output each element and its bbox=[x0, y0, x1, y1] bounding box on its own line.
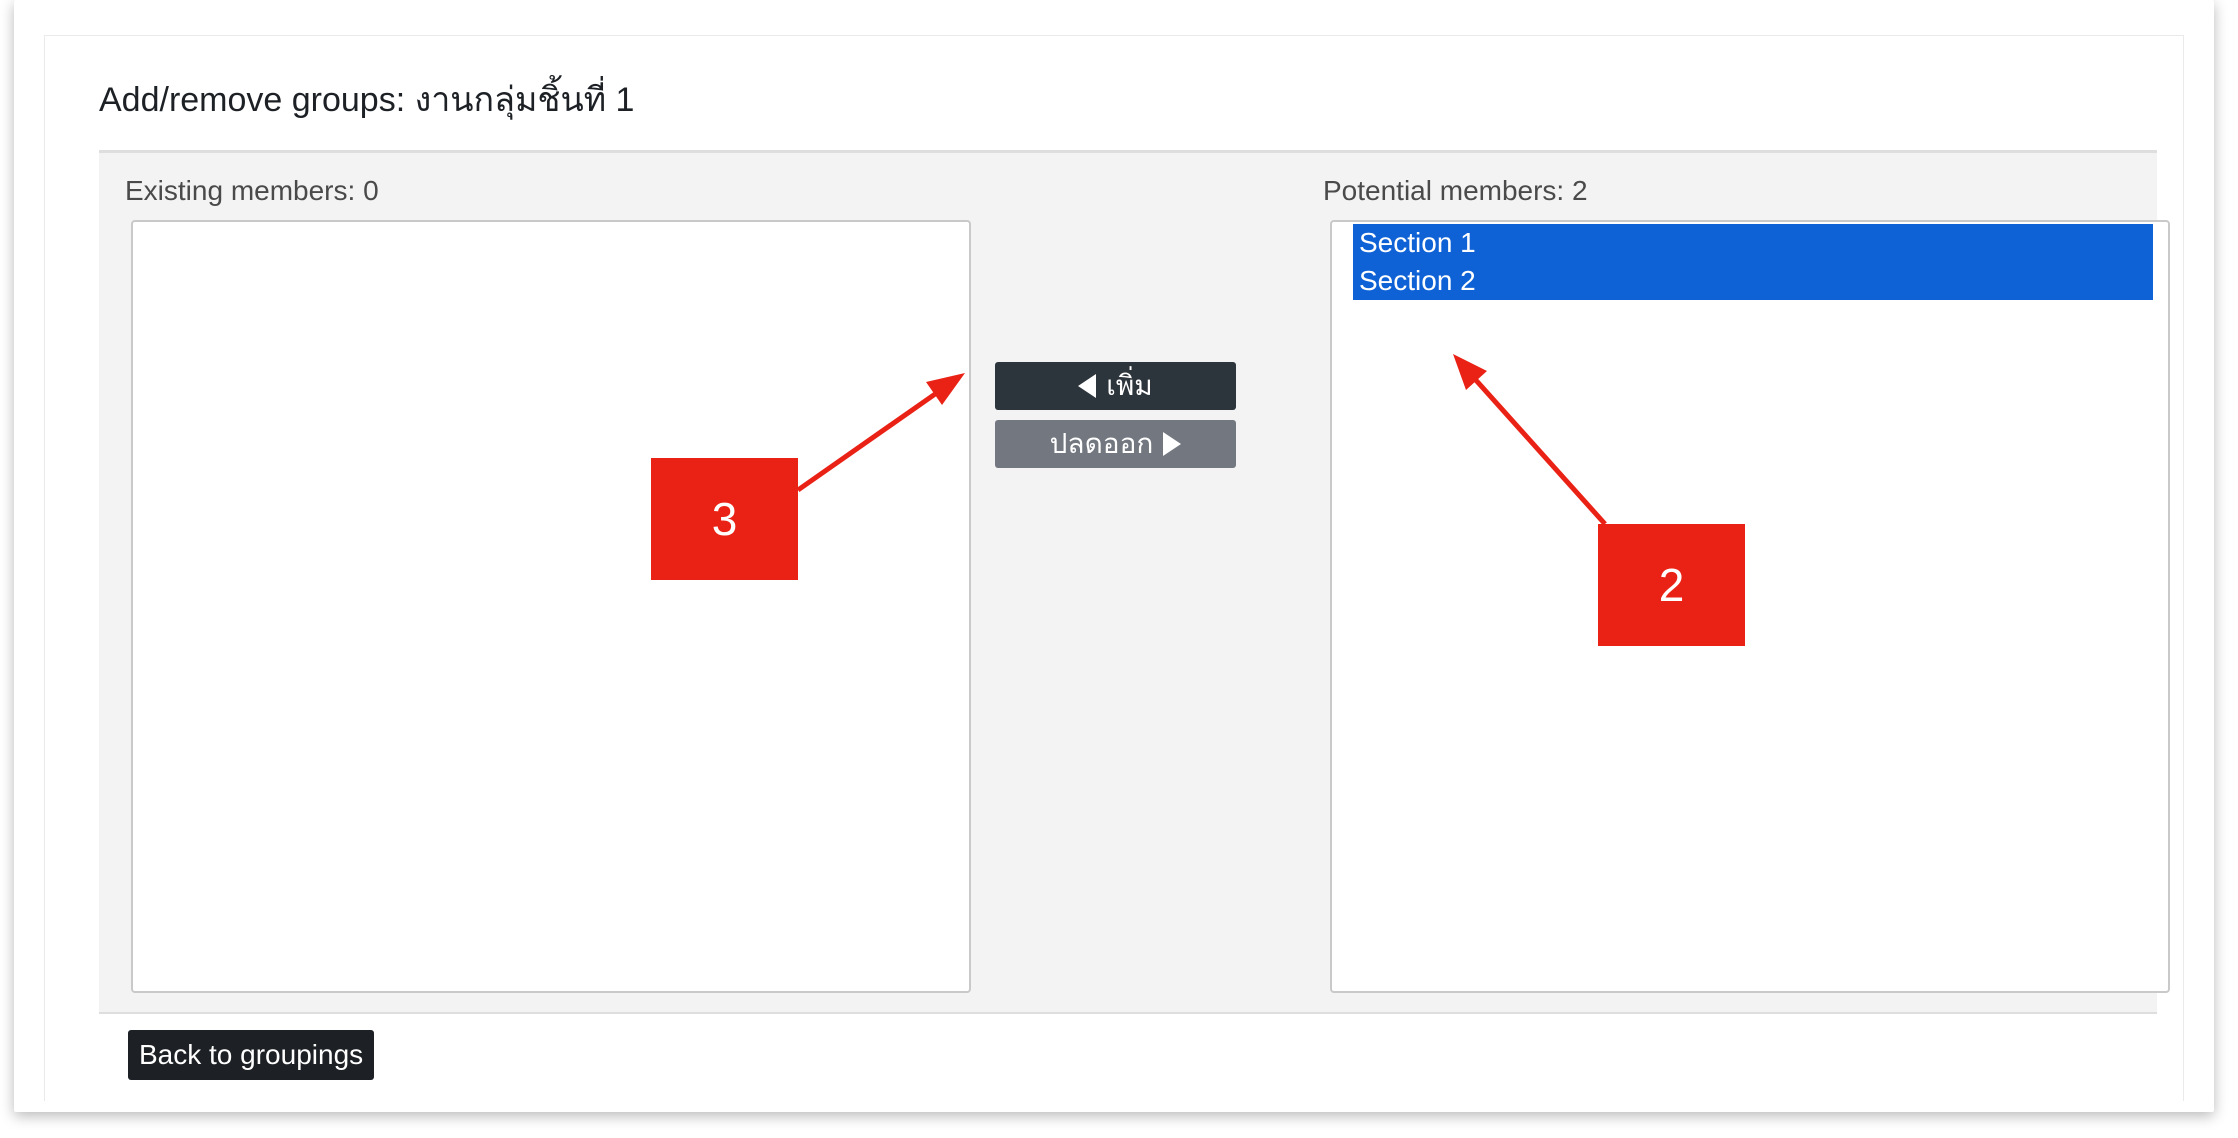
existing-members-list[interactable] bbox=[131, 220, 971, 993]
remove-button-label: ปลดออก bbox=[1049, 428, 1154, 459]
list-option[interactable]: Section 1 bbox=[1353, 224, 2153, 262]
list-option[interactable]: Section 2 bbox=[1353, 262, 2153, 300]
screenshot-frame: Add/remove groups: งานกลุ่มชิ้นที่ 1 Exi… bbox=[14, 0, 2214, 1112]
group-members-panel: Existing members: 0 เพิ่ม ปลดออก Potenti… bbox=[99, 150, 2170, 1014]
add-button[interactable]: เพิ่ม bbox=[995, 362, 1236, 410]
arrow-right-icon bbox=[1163, 431, 1182, 456]
back-to-groupings-button[interactable]: Back to groupings bbox=[128, 1030, 375, 1080]
arrow-left-icon bbox=[1078, 373, 1097, 398]
potential-members-list[interactable]: Section 1 Section 2 bbox=[1330, 220, 2170, 993]
existing-members-label: Existing members: 0 bbox=[125, 175, 379, 206]
potential-members-label: Potential members: 2 bbox=[1323, 175, 1588, 206]
annotation-marker-2: 2 bbox=[1598, 524, 1745, 646]
page-title: Add/remove groups: งานกลุ่มชิ้นที่ 1 bbox=[99, 81, 635, 119]
remove-button[interactable]: ปลดออก bbox=[995, 420, 1236, 468]
add-button-label: เพิ่ม bbox=[1106, 370, 1153, 401]
annotation-marker-3: 3 bbox=[651, 458, 798, 580]
